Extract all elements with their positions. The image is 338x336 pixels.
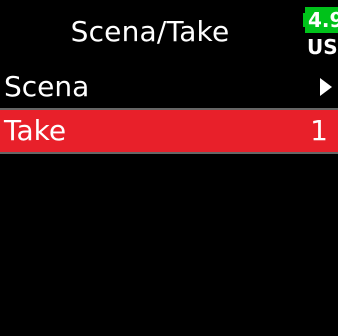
menu-list: Scena Take 1 bbox=[0, 66, 338, 154]
screen: Scena/Take 4.9 USB Scena Take 1 bbox=[0, 0, 338, 336]
menu-item-value: 1 bbox=[310, 114, 328, 147]
menu-item-scena[interactable]: Scena bbox=[0, 66, 338, 110]
chevron-right-icon bbox=[320, 78, 332, 96]
battery-voltage: 4.9 bbox=[305, 7, 338, 33]
menu-item-label: Take bbox=[4, 114, 67, 147]
menu-item-label: Scena bbox=[4, 70, 90, 103]
header: Scena/Take 4.9 USB bbox=[0, 0, 338, 66]
power-source: USB bbox=[307, 35, 338, 59]
page-title: Scena/Take bbox=[70, 15, 230, 48]
menu-item-take[interactable]: Take 1 bbox=[0, 110, 338, 154]
battery-indicator: 4.9 USB bbox=[303, 5, 338, 62]
